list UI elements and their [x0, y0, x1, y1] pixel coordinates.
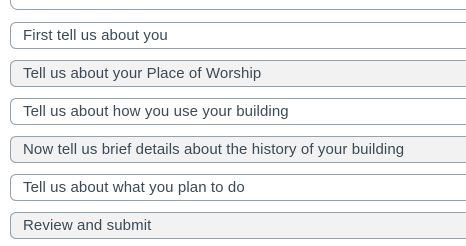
step-building-use[interactable]: Tell us about how you use your building	[10, 98, 466, 125]
steps-list: First tell us about you Tell us about yo…	[10, 22, 466, 246]
step-building-history[interactable]: Now tell us brief details about the hist…	[10, 136, 466, 163]
previous-section-card	[10, 0, 466, 10]
step-label: Now tell us brief details about the hist…	[23, 141, 405, 158]
step-label: First tell us about you	[23, 27, 168, 44]
step-review-submit[interactable]: Review and submit	[10, 212, 466, 239]
step-label: Review and submit	[23, 217, 152, 234]
step-place-of-worship[interactable]: Tell us about your Place of Worship	[10, 60, 466, 87]
step-label: Tell us about how you use your building	[23, 103, 289, 120]
application-steps-page: First tell us about you Tell us about yo…	[0, 0, 466, 246]
step-label: Tell us about what you plan to do	[23, 179, 245, 196]
step-label: Tell us about your Place of Worship	[23, 65, 262, 82]
step-plans[interactable]: Tell us about what you plan to do	[10, 174, 466, 201]
step-about-you[interactable]: First tell us about you	[10, 22, 466, 49]
